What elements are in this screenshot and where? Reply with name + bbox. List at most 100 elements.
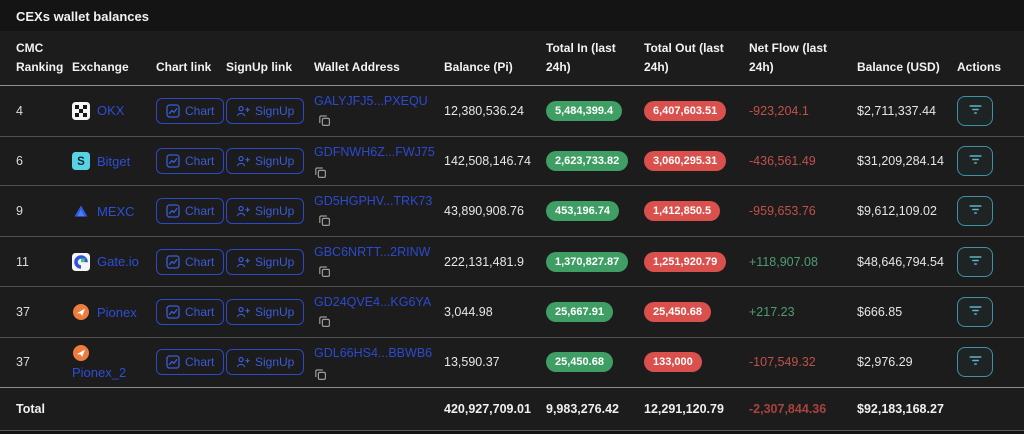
wallet-address-link[interactable]: GD24QVE4...KG6YA (314, 295, 431, 309)
actions-filter-button[interactable] (957, 297, 993, 328)
exchange-link[interactable]: OKX (97, 103, 124, 118)
exchange-link[interactable]: Bitget (97, 154, 130, 169)
total-out-badge: 1,412,850.5 (644, 201, 721, 222)
exchange-link[interactable]: Pionex (97, 305, 137, 320)
signup-button[interactable]: SignUp (226, 349, 305, 376)
wallet-address-cell: GBC6NRTT...2RINW (314, 245, 430, 278)
net-flow-value: +217.23 (749, 305, 795, 320)
exchange-link[interactable]: Gate.io (97, 254, 139, 269)
total-in: 9,983,276.42 (546, 387, 644, 431)
filter-funnel-icon (968, 304, 983, 320)
signup-button[interactable]: SignUp (226, 97, 305, 124)
column-header-signup-link: SignUp link (226, 31, 314, 87)
copy-icon[interactable] (318, 315, 331, 328)
exchange-cell: Gate.io (72, 252, 148, 271)
wallet-address-cell: GD5HGPHV...TRK73 (314, 194, 432, 227)
chart-button-label: Chart (185, 154, 215, 169)
user-plus-icon (236, 355, 250, 369)
actions-filter-button[interactable] (957, 347, 993, 378)
svg-text:S: S (77, 156, 85, 168)
exchange-link[interactable]: Pionex_2 (72, 365, 126, 380)
filter-funnel-icon (968, 354, 983, 370)
bitget-exchange-icon: S (72, 152, 90, 171)
line-chart-icon (166, 255, 180, 269)
okx-exchange-icon (72, 101, 90, 120)
wallet-address-cell: GALYJFJ5...PXEQU (314, 94, 428, 127)
user-plus-icon (236, 154, 250, 168)
total-balance-pi: 420,927,709.01 (444, 387, 546, 431)
total-out-badge: 25,450.68 (644, 302, 711, 323)
signup-button[interactable]: SignUp (226, 198, 305, 225)
balance-usd-value: $31,209,284.14 (857, 136, 957, 187)
wallet-address-link[interactable]: GBC6NRTT...2RINW (314, 245, 430, 259)
chart-button[interactable]: Chart (156, 299, 225, 326)
table-row: 6 S Bitget Chart SignUp GDFNWH6Z...FWJ75… (0, 136, 1024, 187)
signup-button[interactable]: SignUp (226, 299, 305, 326)
exchange-link[interactable]: MEXC (97, 204, 135, 219)
table-header-row: CMC Ranking Exchange Chart link SignUp link… (0, 31, 1024, 87)
wallet-address-cell: GDL66HS4...BBWB6 (314, 346, 436, 381)
signup-button-label: SignUp (255, 305, 295, 320)
pionex-exchange-icon (72, 303, 90, 321)
signup-button-label: SignUp (255, 204, 295, 219)
actions-filter-button[interactable] (957, 196, 993, 227)
actions-filter-button[interactable] (957, 146, 993, 177)
cex-balances-table: CMC Ranking Exchange Chart link SignUp link… (0, 31, 1024, 431)
total-out-badge: 3,060,295.31 (644, 151, 727, 172)
table-row: 37 Pionex Chart SignUp GD24QVE4...KG6YA … (0, 286, 1024, 338)
total-out-badge: 133,000 (644, 352, 702, 373)
copy-icon[interactable] (318, 214, 331, 227)
total-net-flow: -2,307,844.36 (749, 387, 857, 431)
gateio-exchange-icon (72, 252, 90, 271)
wallet-address-link[interactable]: GD5HGPHV...TRK73 (314, 194, 432, 208)
chart-button[interactable]: Chart (156, 97, 225, 124)
total-in-badge: 25,667.91 (546, 302, 613, 323)
column-header-total-in-last-24h: Total In (last 24h) (546, 31, 644, 87)
copy-icon[interactable] (318, 114, 331, 127)
chart-button-label: Chart (185, 305, 215, 320)
chart-button[interactable]: Chart (156, 349, 225, 376)
line-chart-icon (166, 204, 180, 218)
table-row: 9 MEXC Chart SignUp GD5HGPHV...TRK73 43,… (0, 185, 1024, 237)
copy-icon[interactable] (318, 265, 331, 278)
wallet-address-link[interactable]: GDL66HS4...BBWB6 (314, 346, 432, 360)
total-balance-usd: $92,183,168.27 (857, 387, 957, 431)
copy-icon[interactable] (314, 368, 327, 381)
line-chart-icon (166, 305, 180, 319)
cmc-ranking-value: 9 (0, 185, 72, 237)
cmc-ranking-value: 6 (0, 136, 72, 187)
chart-button[interactable]: Chart (156, 148, 225, 175)
copy-icon[interactable] (314, 166, 327, 179)
net-flow-value: -436,561.49 (749, 154, 816, 169)
actions-filter-button[interactable] (957, 246, 993, 277)
balance-pi-value: 12,380,536.24 (444, 85, 546, 137)
wallet-address-link[interactable]: GALYJFJ5...PXEQU (314, 94, 428, 108)
chart-button[interactable]: Chart (156, 198, 225, 225)
exchange-cell: OKX (72, 101, 148, 120)
actions-filter-button[interactable] (957, 95, 993, 126)
wallet-address-cell: GD24QVE4...KG6YA (314, 295, 431, 328)
signup-button[interactable]: SignUp (226, 248, 305, 275)
signup-button[interactable]: SignUp (226, 148, 305, 175)
chart-button[interactable]: Chart (156, 248, 225, 275)
total-out: 12,291,120.79 (644, 387, 749, 431)
filter-funnel-icon (968, 203, 983, 219)
total-row: Total 420,927,709.01 9,983,276.42 12,291… (0, 387, 1024, 431)
balance-usd-value: $9,612,109.02 (857, 185, 957, 237)
column-header-balance-pi: Balance (Pi) (444, 31, 546, 87)
balance-usd-value: $48,646,794.54 (857, 236, 957, 288)
column-header-total-out-last-24h: Total Out (last 24h) (644, 31, 749, 87)
total-in-badge: 453,196.74 (546, 201, 620, 222)
net-flow-value: -107,549.32 (749, 355, 816, 370)
filter-funnel-icon (968, 254, 983, 270)
net-flow-value: +118,907.08 (749, 254, 818, 269)
total-in-badge: 1,370,827.87 (546, 251, 629, 272)
table-body: 4 OKX Chart SignUp GALYJFJ5...PXEQU 12,3… (0, 85, 1024, 388)
signup-button-label: SignUp (255, 254, 295, 269)
filter-funnel-icon (968, 103, 983, 119)
cmc-ranking-value: 4 (0, 85, 72, 137)
cmc-ranking-value: 11 (0, 236, 72, 288)
net-flow-value: -923,204.1 (749, 103, 809, 118)
user-plus-icon (236, 204, 250, 218)
wallet-address-link[interactable]: GDFNWH6Z...FWJ75 (314, 145, 435, 159)
